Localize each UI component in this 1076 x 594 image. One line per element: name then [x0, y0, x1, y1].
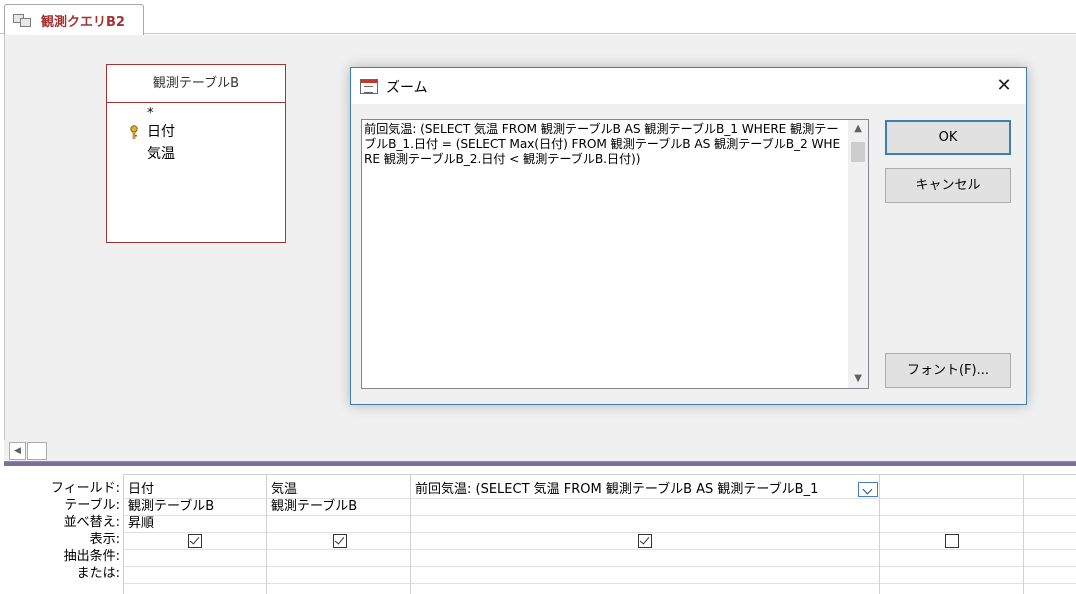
dialog-titlebar[interactable]: ズーム ✕: [351, 68, 1026, 104]
grid-cell-field-expression[interactable]: 前回気温: (SELECT 気温 FROM 観測テーブルB AS 観測テーブルB…: [411, 481, 858, 498]
zoom-dialog: ズーム ✕ 前回気温: (SELECT 気温 FROM 観測テーブルB AS 観…: [350, 67, 1027, 405]
document-tabstrip: 観測クエリB2: [0, 0, 1076, 35]
scroll-thumb[interactable]: [851, 142, 865, 162]
scroll-thumb[interactable]: [27, 442, 47, 460]
query-tab[interactable]: 観測クエリB2: [4, 4, 144, 35]
grid-cell-table[interactable]: 観測テーブルB: [124, 498, 267, 515]
vertical-scrollbar[interactable]: ▲ ▼: [848, 120, 868, 388]
font-button[interactable]: フォント(F)...: [885, 353, 1011, 388]
primary-key-icon: [130, 125, 138, 139]
grid-cell-field[interactable]: 日付: [124, 481, 267, 498]
row-label-or: または:: [76, 566, 120, 581]
row-label-sort: 並べ替え:: [63, 515, 120, 530]
design-grid-area: フィールド: テーブル: 並べ替え: 表示: 抽出条件: または: 日付 観測テ…: [4, 466, 1076, 594]
zoom-window-icon: [360, 79, 378, 94]
ok-button[interactable]: OK: [885, 120, 1011, 155]
scroll-up-icon[interactable]: ▲: [848, 120, 868, 138]
close-icon[interactable]: ✕: [982, 68, 1026, 104]
zoom-expression-text: 前回気温: (SELECT 気温 FROM 観測テーブルB AS 観測テーブルB…: [364, 122, 841, 166]
grid-cell-sort[interactable]: 昇順: [124, 515, 267, 532]
cancel-button[interactable]: キャンセル: [885, 168, 1011, 203]
field-date-label: 日付: [147, 124, 175, 140]
grid-cell-table[interactable]: 観測テーブルB: [267, 498, 411, 515]
table-field-list-title: 観測テーブルB: [107, 65, 285, 103]
grid-cell-field[interactable]: 気温: [267, 481, 411, 498]
grid-row-labels: フィールド: テーブル: 並べ替え: 表示: 抽出条件: または:: [4, 480, 122, 582]
field-all[interactable]: *: [107, 107, 285, 121]
dialog-title: ズーム: [386, 80, 428, 96]
row-label-criteria: 抽出条件:: [63, 549, 120, 564]
scroll-left-icon[interactable]: ◀: [9, 442, 26, 460]
zoom-text-area[interactable]: 前回気温: (SELECT 気温 FROM 観測テーブルB AS 観測テーブルB…: [361, 119, 869, 389]
grid-show-checkbox[interactable]: [638, 534, 652, 548]
field-dropdown-icon[interactable]: [858, 482, 878, 497]
scroll-down-icon[interactable]: ▼: [848, 370, 868, 388]
field-date[interactable]: 日付: [107, 121, 285, 143]
field-temperature[interactable]: 気温: [107, 143, 285, 165]
query-tab-title: 観測クエリB2: [41, 14, 125, 30]
query-design-grid: 日付 観測テーブルB 昇順 気温 観測テーブルB 前回気温: (SELECT 気…: [123, 474, 1076, 594]
horizontal-scrollbar[interactable]: ◀: [4, 440, 1076, 462]
grid-show-checkbox[interactable]: [188, 534, 202, 548]
query-icon: [13, 12, 33, 28]
row-label-table: テーブル:: [64, 498, 120, 513]
grid-show-checkbox[interactable]: [333, 534, 347, 548]
row-label-show: 表示:: [89, 532, 120, 547]
row-label-field: フィールド:: [50, 481, 120, 496]
table-field-list[interactable]: 観測テーブルB * 日付 気温: [106, 64, 286, 243]
grid-show-checkbox[interactable]: [945, 534, 959, 548]
